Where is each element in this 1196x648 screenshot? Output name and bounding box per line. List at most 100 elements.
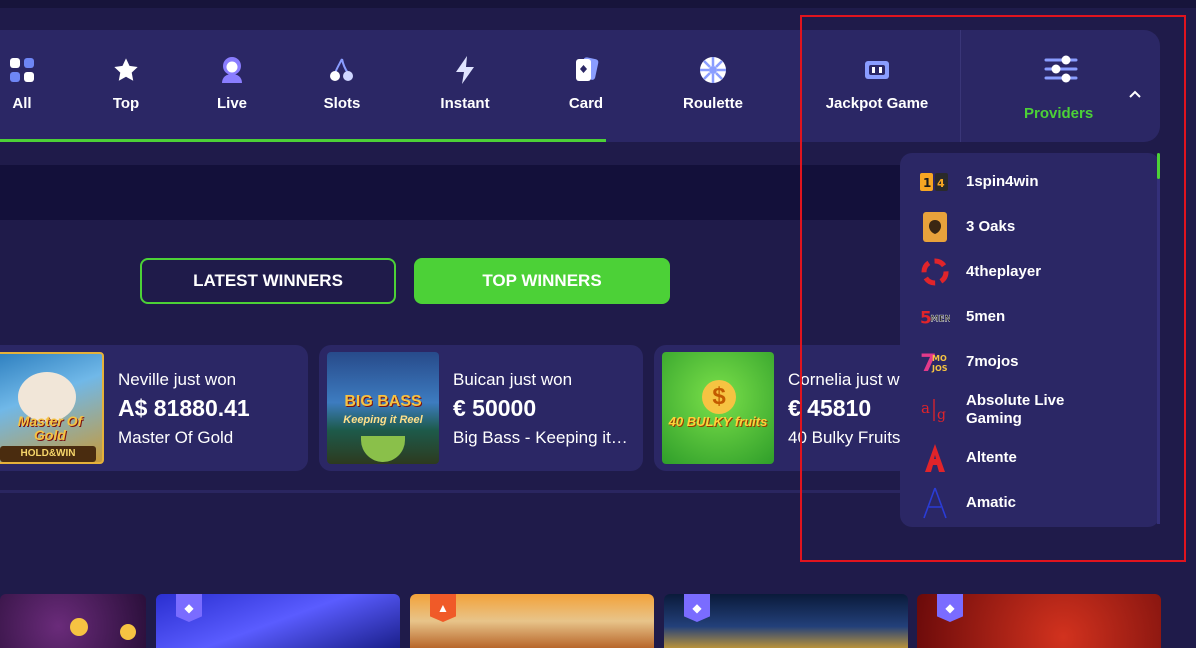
nav-item-slots[interactable]: Slots <box>312 30 372 142</box>
svg-text:JOS: JOS <box>931 364 948 373</box>
provider-name: 1spin4win <box>966 173 1039 190</box>
svg-text:1: 1 <box>923 176 931 190</box>
grid-icon <box>7 55 37 85</box>
star-icon <box>111 55 141 85</box>
provider-item-amatic[interactable]: Amatic <box>920 483 1150 523</box>
provider-name: Absolute Live Gaming <box>966 392 1065 427</box>
jackpot-icon <box>862 55 892 85</box>
provider-item-3-oaks[interactable]: 3 Oaks <box>920 207 1150 247</box>
scrollbar-track[interactable] <box>1157 179 1160 524</box>
roulette-icon <box>698 55 728 85</box>
thumb-subtitle: Keeping it Reel <box>343 414 423 426</box>
altente-logo <box>920 443 950 473</box>
7mojos-logo: 7 MO JOS <box>920 347 950 377</box>
banner-strip <box>0 165 920 220</box>
nav-label: Card <box>568 94 604 112</box>
fire-badge-icon: ▲ <box>430 594 456 622</box>
5men-logo: 5 MEN <box>920 302 950 332</box>
nav-label: Slots <box>323 94 361 112</box>
winner-name: Neville just won <box>118 370 237 389</box>
nav-label: Live <box>216 94 247 112</box>
nav-item-all[interactable]: All <box>0 30 44 142</box>
provider-item-1spin4win[interactable]: 14 1spin4win <box>920 162 1150 202</box>
game-tile[interactable] <box>0 594 146 648</box>
game-tile[interactable]: ◆ <box>917 594 1161 648</box>
4theplayer-logo <box>920 257 950 287</box>
amatic-logo <box>920 487 950 519</box>
nav-label: Jackpot Game <box>825 94 929 112</box>
providers-label: Providers <box>1024 105 1094 122</box>
svg-text:MEN: MEN <box>930 314 950 324</box>
provider-name: 5men <box>966 308 1006 325</box>
coin-decoration <box>120 624 136 640</box>
top-strip <box>0 0 1196 8</box>
nav-label: All <box>12 94 32 112</box>
win-amount: € 45810 <box>788 395 872 421</box>
thumb-badge: HOLD&WIN <box>0 446 96 462</box>
coin-decoration <box>70 618 88 636</box>
thumb-title: 40 BULKY fruits <box>668 414 768 429</box>
game-tile[interactable]: ▲ <box>410 594 654 648</box>
cards-icon <box>571 55 601 85</box>
provider-name: 7mojos <box>966 353 1019 370</box>
latest-winners-tab[interactable]: LATEST WINNERS <box>140 258 396 304</box>
nav-label: Instant <box>440 94 490 112</box>
game-name: Master Of Gold <box>118 428 234 447</box>
person-icon <box>217 55 247 85</box>
diamond-badge-icon: ◆ <box>684 594 710 622</box>
dollar-coin: $ <box>702 380 736 414</box>
scrollbar-thumb[interactable] <box>1157 153 1160 179</box>
win-amount: € 50000 <box>453 395 537 421</box>
provider-name: Amatic <box>966 494 1017 511</box>
nav-item-instant[interactable]: Instant <box>430 30 500 142</box>
game-thumbnail: BIG BASS Keeping it Reel <box>327 352 439 464</box>
winner-card[interactable]: $ 40 BULKY fruits Cornelia just won € 45… <box>654 345 920 471</box>
nav-item-roulette[interactable]: Roulette <box>672 30 754 142</box>
provider-item-4theplayer[interactable]: 4theplayer <box>920 252 1150 292</box>
svg-text:g: g <box>937 407 946 423</box>
filter-sliders-icon <box>1044 54 1078 89</box>
active-tab-underline <box>0 139 606 142</box>
3oaks-logo <box>920 212 950 242</box>
1spin4win-logo: 14 <box>920 167 950 197</box>
diamond-badge-icon: ◆ <box>937 594 963 622</box>
thumb-title: Master Of Gold <box>17 413 83 443</box>
nav-label: Top <box>112 94 140 112</box>
provider-name: 3 Oaks <box>966 218 1016 235</box>
provider-item-7mojos[interactable]: 7 MO JOS 7mojos <box>920 342 1150 382</box>
svg-text:4: 4 <box>937 177 945 190</box>
winner-name: Buican just won <box>453 370 573 389</box>
game-tile[interactable]: ◆ <box>664 594 908 648</box>
nav-divider <box>960 30 961 142</box>
nav-item-top[interactable]: Top <box>96 30 156 142</box>
lightning-icon <box>450 55 480 85</box>
game-name: 40 Bulky Fruits <box>788 428 901 447</box>
nav-item-live[interactable]: Live <box>202 30 262 142</box>
game-thumbnail: Master Of Gold HOLD&WIN <box>0 352 104 464</box>
game-name: Big Bass - Keeping it… <box>453 428 628 447</box>
thumb-title: BIG BASS <box>344 393 422 410</box>
provider-item-altente[interactable]: Altente <box>920 438 1150 478</box>
chevron-up-icon[interactable] <box>1128 86 1142 104</box>
cherry-icon <box>327 55 357 85</box>
alg-logo: ag <box>920 395 950 425</box>
top-winners-tab[interactable]: TOP WINNERS <box>414 258 670 304</box>
providers-button[interactable]: Providers <box>962 30 1160 142</box>
winner-name: Cornelia just won <box>788 370 919 389</box>
winner-card[interactable]: Master Of Gold HOLD&WIN Neville just won… <box>0 345 308 471</box>
win-amount: A$ 81880.41 <box>118 395 250 421</box>
nav-item-jackpot-game[interactable]: Jackpot Game <box>816 30 938 142</box>
svg-text:a: a <box>921 399 930 417</box>
winner-card[interactable]: BIG BASS Keeping it Reel Buican just won… <box>319 345 643 471</box>
provider-name: Altente <box>966 449 1017 466</box>
nav-item-card[interactable]: Card <box>556 30 616 142</box>
game-tile[interactable]: ◆ <box>156 594 400 648</box>
provider-item-5men[interactable]: 5 MEN 5men <box>920 297 1150 337</box>
bucket-shape <box>361 436 405 462</box>
game-thumbnail: $ 40 BULKY fruits <box>662 352 774 464</box>
diamond-badge-icon: ◆ <box>176 594 202 622</box>
provider-item-absolute-live-gaming[interactable]: ag Absolute Live Gaming <box>920 390 1150 430</box>
nav-label: Roulette <box>683 94 743 112</box>
provider-name: 4theplayer <box>966 263 1042 280</box>
section-divider <box>0 490 920 493</box>
